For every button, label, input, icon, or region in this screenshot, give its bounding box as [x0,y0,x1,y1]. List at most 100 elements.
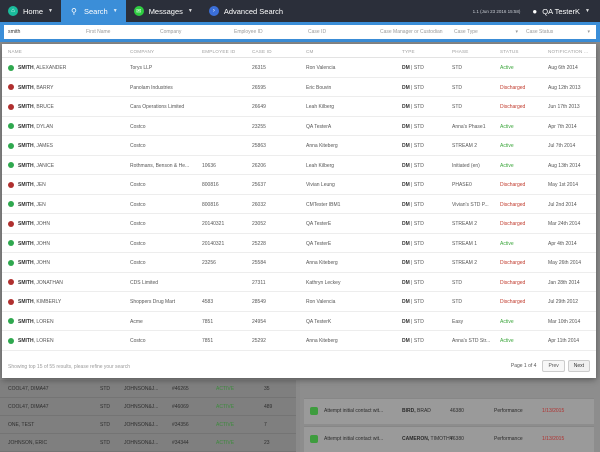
col-notification[interactable]: NOTIFICATION ... [548,49,588,54]
col-company[interactable]: COMPANY [130,49,154,54]
bg-company: JOHNSON&J... [124,385,159,392]
next-button[interactable]: Next [567,360,590,372]
result-row[interactable]: SMITH, LOREN Acme 7851 24954 QA TesterK DM | … [2,312,596,331]
result-case-id: 28549 [252,299,266,305]
nav-messages[interactable]: ✉ Messages ▼ [126,0,201,22]
user-name: QA TesterK [542,6,581,16]
result-phase: STD [452,279,462,286]
user-menu[interactable]: ● QA TesterK ▼ [532,7,590,16]
bg-type: STD [100,421,110,428]
case-status-label: Case Status [526,29,554,35]
result-status: Active [500,143,514,149]
result-type: DM | STD [402,143,424,149]
result-row[interactable]: SMITH, BARRY Panolam Industries 26595 Eric … [2,78,596,97]
first-name-field[interactable]: First Name [82,29,156,35]
bg-type: STD [100,439,110,446]
result-cm: Anna Kiteberg [306,143,338,149]
result-row[interactable]: SMITH, JANICE Rothmans, Benson & He... 106… [2,156,596,175]
result-status: Active [500,65,514,71]
bg-case: #34344 [172,439,189,446]
result-case-id: 23255 [252,123,266,130]
bg-count: 35 [264,385,270,392]
case-type-select[interactable]: Case Type ▾ [450,29,522,35]
result-company: Costco [130,143,146,149]
result-employee-id: 800816 [202,201,219,208]
bg-type: STD [100,403,110,410]
last-name-field[interactable]: smith [4,29,82,35]
result-row[interactable]: SMITH, JOHN Costco 20140321 23052 QA TesterE… [2,214,596,234]
result-row[interactable]: SMITH, ALEXANDER Torys LLP 26315 Ron Valenc… [2,58,596,78]
bg-status: ACTIVE [216,439,235,446]
case-status-select[interactable]: Case Status ▾ [522,29,594,35]
result-cm: Leah Kilberg [306,162,335,169]
result-row[interactable]: SMITH, LOREN Costco 7851 25292 Anna Kiteberg… [2,331,596,351]
activity-person: BIRD, BRAD [402,408,431,414]
result-type: DM | STD [402,338,424,344]
prev-button[interactable]: Prev [542,360,565,372]
col-name[interactable]: NAME [8,49,22,54]
nav-home[interactable]: ⌂ Home ▼ [0,0,61,22]
bg-company: JOHNSON&J... [124,421,159,428]
result-row[interactable]: SMITH, JEN Costco 800816 25637 Vivian Leung D… [2,175,596,195]
result-status: Discharged [500,84,526,91]
col-employee-id[interactable]: EMPLOYEE ID [202,49,235,54]
col-status[interactable]: STATUS [500,49,519,54]
result-name: SMITH, LOREN [18,338,54,344]
col-case-id[interactable]: CASE ID [252,49,272,54]
status-dot [8,298,14,305]
result-company: Costco [130,240,146,247]
bg-company: JOHNSON&J... [124,403,159,410]
search-bar: smith First Name Company Employee ID Cas… [0,22,600,42]
result-cm: Vivian Leung [306,182,335,188]
result-cm: Anna Kiteberg [306,260,338,266]
result-row[interactable]: SMITH, BRUCE Cara Operations Limited 26649… [2,97,596,117]
company-field[interactable]: Company [156,29,230,35]
col-phase[interactable]: PHASE [452,49,469,54]
status-dot [8,337,14,344]
result-status: Active [500,162,514,169]
nav-search[interactable]: ⚲ Search ▼ [60,0,126,22]
status-dot [8,220,14,227]
bg-status: ACTIVE [216,421,235,428]
employee-id-field[interactable]: Employee ID [230,29,304,35]
result-notification: Aug 6th 2014 [548,65,578,71]
result-company: Costco [130,201,146,208]
phone-icon [310,407,318,415]
col-type[interactable]: TYPE [402,49,415,54]
activity-kind: Performance [494,436,523,442]
result-row[interactable]: SMITH, JEN Costco 800816 26032 CMTester IBM1… [2,195,596,214]
result-row[interactable]: SMITH, DYLAN Costco 23255 QA TesterA DM | ST… [2,117,596,136]
case-id-field[interactable]: Case ID [304,29,376,35]
result-notification: May 26th 2014 [548,260,582,266]
background-row: JOHNSON, ERIC STD JOHNSON&J... #34344 ACTIVE… [0,434,296,452]
result-row[interactable]: SMITH, JONATHAN CDS Limited 27311 Kathryn L… [2,273,596,292]
result-row[interactable]: SMITH, KIMBERLY Shoppers Drug Mart 4583 285… [2,292,596,312]
result-status: Active [500,240,514,247]
result-case-id: 25637 [252,182,266,188]
status-dot [8,64,14,71]
result-type: DM | STD [402,318,424,325]
home-icon: ⌂ [8,6,18,16]
result-case-id: 26032 [252,201,266,208]
result-company: Costco [130,123,146,130]
case-manager-field[interactable]: Case Manager or Custodian [376,29,450,35]
status-dot [8,279,14,285]
result-cm: Kathryn Leckey [306,279,341,286]
activity-kind: Performance [494,408,523,414]
activity-date: 1/13/2015 [542,408,565,414]
result-type: DM | STD [402,240,424,247]
result-row[interactable]: SMITH, JOHN Costco 20140321 25228 QA TesterE… [2,234,596,253]
result-status: Discharged [500,279,526,286]
bg-case: #46265 [172,385,189,392]
result-row[interactable]: SMITH, JOHN Costco 23256 25584 Anna Kiteberg… [2,253,596,273]
chat-icon: ✉ [133,6,144,16]
result-status: Discharged [500,260,526,266]
result-status: Discharged [500,182,526,188]
chevron-down-icon: ▾ [515,29,518,35]
result-row[interactable]: SMITH, JAMES Costco 25863 Anna Kiteberg DM |… [2,136,596,156]
result-employee-id: 20140321 [202,221,225,227]
col-cm[interactable]: CM [306,49,314,54]
background-row: COOL47, DIMA47 STD JOHNSON&J... #46069 ACTIV… [0,398,296,416]
nav-advanced-search[interactable]: › Advanced Search [201,0,291,22]
chevron-down-icon: ▼ [187,8,193,14]
